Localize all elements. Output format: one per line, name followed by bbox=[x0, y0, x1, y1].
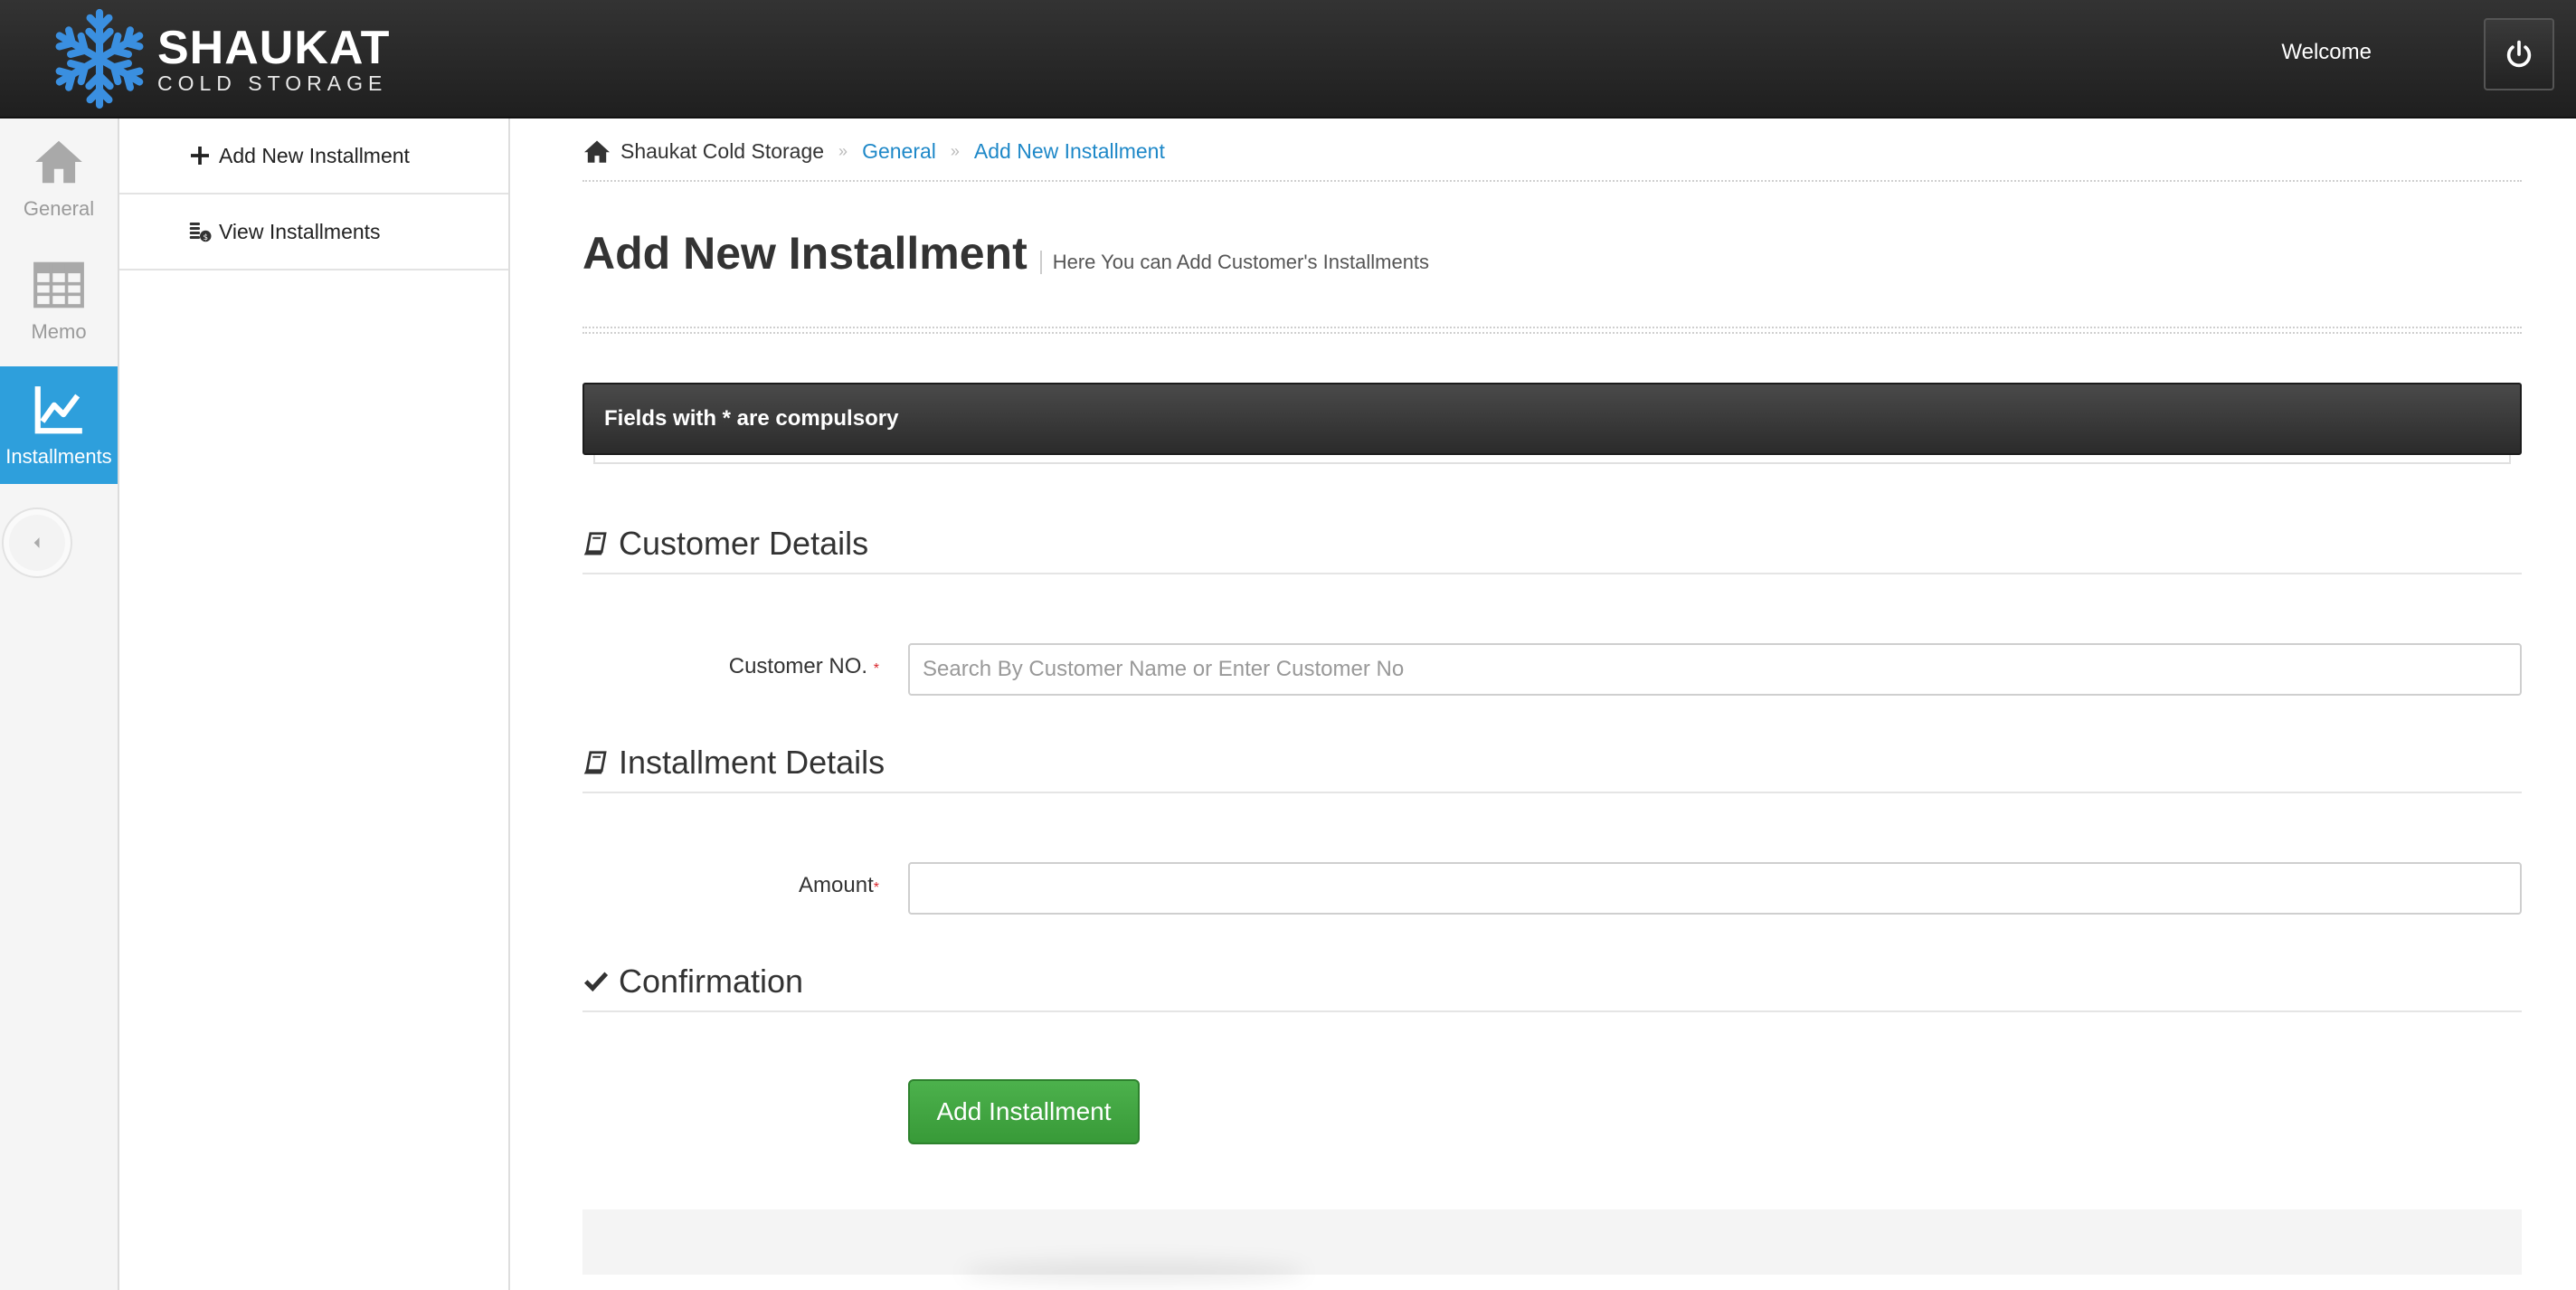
power-icon bbox=[2506, 40, 2532, 68]
breadcrumb: Shaukat Cold Storage » General » Add New… bbox=[582, 135, 1165, 167]
svg-text:$: $ bbox=[203, 233, 208, 242]
subnav-item-view-installments[interactable]: $ View Installments bbox=[119, 194, 508, 270]
customer-no-label-text: Customer NO. bbox=[728, 654, 874, 678]
section-title: Confirmation bbox=[619, 963, 804, 1000]
home-icon bbox=[584, 140, 610, 163]
table-grid-icon bbox=[33, 261, 84, 308]
breadcrumb-home[interactable]: Shaukat Cold Storage bbox=[620, 139, 824, 164]
customer-search-input[interactable] bbox=[908, 643, 2522, 696]
divider bbox=[582, 180, 2522, 182]
section-title: Customer Details bbox=[619, 525, 869, 562]
plus-icon bbox=[191, 147, 209, 165]
notice-panel-edge bbox=[593, 455, 2511, 464]
form-footer bbox=[582, 1209, 2522, 1275]
caret-left-icon bbox=[33, 537, 40, 548]
home-icon bbox=[35, 140, 82, 184]
rail-item-general[interactable]: General bbox=[0, 119, 118, 236]
subnav-item-label: View Installments bbox=[219, 219, 381, 243]
add-installment-button[interactable]: Add Installment bbox=[908, 1079, 1140, 1144]
breadcrumb-general[interactable]: General bbox=[862, 139, 936, 164]
breadcrumb-separator: » bbox=[838, 141, 848, 160]
sub-navigation: Add New Installment $ View Installments bbox=[119, 119, 510, 1290]
customer-no-label: Customer NO. * bbox=[582, 654, 879, 679]
amount-label: Amount* bbox=[582, 873, 879, 898]
divider bbox=[582, 327, 2522, 334]
brand-name: SHAUKAT bbox=[157, 22, 391, 74]
breadcrumb-current[interactable]: Add New Installment bbox=[974, 139, 1165, 164]
breadcrumb-separator: » bbox=[950, 141, 960, 160]
required-mark: * bbox=[873, 661, 879, 677]
brand-logo[interactable]: SHAUKAT COLD STORAGE bbox=[47, 4, 390, 114]
rail-item-label: General bbox=[23, 197, 95, 220]
footer-shadow bbox=[962, 1260, 1306, 1284]
welcome-text: Welcome bbox=[2281, 40, 2372, 64]
amount-label-text: Amount bbox=[799, 873, 874, 897]
subnav-item-label: Add New Installment bbox=[219, 143, 410, 167]
section-installment-details: Installment Details bbox=[582, 734, 2522, 793]
page-header: Add New Installment Here You can Add Cus… bbox=[582, 227, 1429, 280]
compulsory-notice: Fields with * are compulsory bbox=[582, 383, 2522, 455]
book-icon bbox=[583, 751, 607, 774]
subnav-item-add-installment[interactable]: Add New Installment bbox=[119, 119, 508, 194]
coins-icon: $ bbox=[189, 223, 212, 242]
section-title: Installment Details bbox=[619, 744, 886, 781]
amount-input[interactable] bbox=[908, 862, 2522, 915]
section-customer-details: Customer Details bbox=[582, 515, 2522, 574]
rail-item-label: Installments bbox=[5, 445, 112, 468]
rail-item-installments[interactable]: Installments bbox=[0, 366, 118, 484]
check-icon bbox=[583, 972, 609, 992]
rail-item-label: Memo bbox=[31, 320, 87, 343]
collapse-sidebar-button[interactable] bbox=[2, 507, 72, 578]
top-header: SHAUKAT COLD STORAGE Welcome bbox=[0, 0, 2576, 119]
required-mark: * bbox=[873, 880, 879, 896]
section-confirmation: Confirmation bbox=[582, 953, 2522, 1012]
snowflake-icon bbox=[47, 8, 152, 111]
line-chart-icon bbox=[34, 386, 82, 434]
module-rail: General Memo Installments bbox=[0, 119, 119, 1290]
page-title: Add New Installment bbox=[582, 228, 1028, 279]
page-subtitle: Here You can Add Customer's Installments bbox=[1039, 251, 1429, 274]
brand-tagline: COLD STORAGE bbox=[157, 71, 388, 95]
logout-button[interactable] bbox=[2484, 18, 2554, 90]
rail-item-memo[interactable]: Memo bbox=[0, 242, 118, 359]
book-icon bbox=[583, 532, 607, 555]
